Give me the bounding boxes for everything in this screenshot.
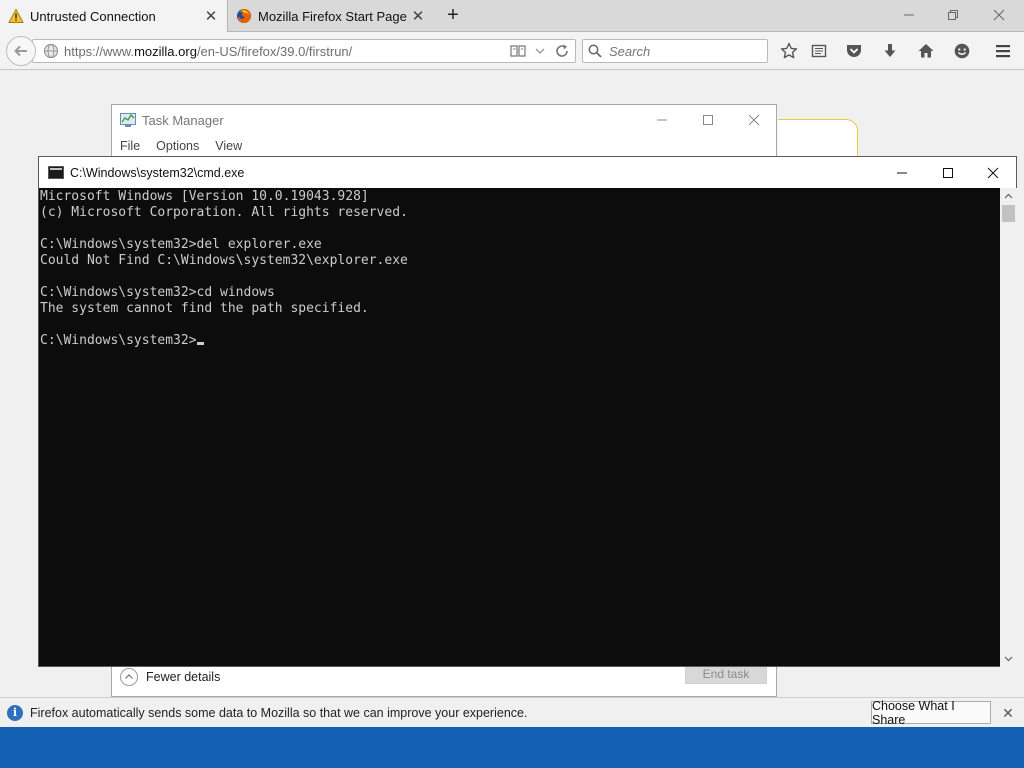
task-manager-title: Task Manager <box>142 112 224 128</box>
task-manager-titlebar[interactable]: Task Manager <box>112 105 776 135</box>
windows-taskbar <box>0 727 1024 768</box>
download-icon[interactable] <box>878 39 902 63</box>
tab-strip: Untrusted Connection ✕ Mozilla Firefox S… <box>0 0 1024 32</box>
console-line: C:\Windows\system32>del explorer.exe <box>40 237 322 252</box>
reload-icon[interactable] <box>553 42 571 60</box>
bookmark-star-icon[interactable] <box>777 39 801 63</box>
tab-label: Untrusted Connection <box>30 8 156 24</box>
console-prompt: C:\Windows\system32> <box>40 333 197 348</box>
fewer-details-button[interactable]: Fewer details <box>120 668 220 686</box>
cmd-minimize-button[interactable] <box>879 157 925 188</box>
search-input[interactable] <box>609 43 759 59</box>
globe-icon <box>43 43 59 59</box>
console-line: C:\Windows\system32>cd windows <box>40 285 275 300</box>
minimize-window-button[interactable] <box>886 0 932 30</box>
tm-close-button[interactable] <box>731 105 777 135</box>
scrollbar-thumb[interactable] <box>1002 205 1015 222</box>
warning-icon <box>8 8 24 24</box>
reader-view-icon[interactable] <box>509 42 527 60</box>
chevron-down-icon[interactable] <box>531 42 549 60</box>
cmd-title: C:\Windows\system32\cmd.exe <box>70 165 245 180</box>
scroll-down-icon[interactable] <box>1000 650 1017 667</box>
url-prefix: https://www. <box>64 43 135 59</box>
cmd-maximize-button[interactable] <box>925 157 971 188</box>
console-output[interactable]: Microsoft Windows [Version 10.0.19043.92… <box>39 188 1000 666</box>
fewer-details-label: Fewer details <box>146 670 221 684</box>
vertical-scrollbar[interactable] <box>1000 188 1017 667</box>
restore-window-button[interactable] <box>930 0 976 30</box>
notification-bar: i Firefox automatically sends some data … <box>0 697 1024 727</box>
scroll-up-icon[interactable] <box>1000 188 1017 205</box>
cmd-titlebar[interactable]: C:\Windows\system32\cmd.exe <box>39 157 1016 188</box>
search-bar[interactable] <box>582 39 768 63</box>
console-line: (c) Microsoft Corporation. All rights re… <box>40 205 408 220</box>
menu-view[interactable]: View <box>215 139 242 153</box>
info-icon: i <box>7 704 23 721</box>
cmd-icon <box>48 166 64 179</box>
hello-icon[interactable] <box>950 39 974 63</box>
close-tab-icon[interactable]: ✕ <box>410 8 426 25</box>
close-window-button[interactable] <box>976 0 1022 30</box>
home-icon[interactable] <box>914 39 938 63</box>
choose-what-i-share-button[interactable]: Choose What I Share <box>871 699 991 727</box>
reading-list-icon[interactable] <box>807 39 831 63</box>
nav-bar: https://www.mozilla.org/en-US/firefox/39… <box>0 32 1024 70</box>
close-icon[interactable]: ✕ <box>999 704 1017 722</box>
new-tab-button[interactable]: + <box>442 4 464 26</box>
firefox-icon <box>236 8 252 24</box>
tab-untrusted-connection[interactable]: Untrusted Connection ✕ <box>0 0 228 32</box>
cmd-close-button[interactable] <box>970 157 1016 188</box>
console-line: The system cannot find the path specifie… <box>40 301 369 316</box>
text-cursor <box>196 342 204 345</box>
close-tab-icon[interactable]: ✕ <box>203 8 219 25</box>
tm-maximize-button[interactable] <box>685 105 731 135</box>
tm-minimize-button[interactable] <box>639 105 685 135</box>
console-prompt-line[interactable]: C:\Windows\system32> <box>40 333 1000 349</box>
task-manager-icon <box>120 112 136 128</box>
chevron-up-icon <box>120 668 138 686</box>
search-icon <box>588 43 604 59</box>
menu-icon[interactable] <box>991 39 1015 63</box>
console-lines: Microsoft Windows [Version 10.0.19043.92… <box>40 189 1000 333</box>
cmd-window[interactable]: C:\Windows\system32\cmd.exe Microsoft Wi… <box>38 156 1017 667</box>
pocket-icon[interactable] <box>842 39 866 63</box>
menu-options[interactable]: Options <box>156 139 199 153</box>
back-button[interactable] <box>6 36 36 66</box>
url-bar[interactable]: https://www.mozilla.org/en-US/firefox/39… <box>32 39 576 63</box>
menu-file[interactable]: File <box>120 139 140 153</box>
tab-label: Mozilla Firefox Start Page <box>258 8 407 24</box>
page-card-edge <box>778 119 858 159</box>
url-domain: mozilla.org <box>134 43 197 59</box>
notification-text: Firefox automatically sends some data to… <box>30 705 528 720</box>
url-text[interactable]: https://www.mozilla.org/en-US/firefox/39… <box>64 44 509 59</box>
url-path: /en-US/firefox/39.0/firstrun/ <box>196 43 353 59</box>
tab-firefox-start-page[interactable]: Mozilla Firefox Start Page ✕ <box>228 0 434 32</box>
end-task-button[interactable]: End task <box>685 664 767 684</box>
console-line: Could Not Find C:\Windows\system32\explo… <box>40 253 408 268</box>
console-line: Microsoft Windows [Version 10.0.19043.92… <box>40 189 369 204</box>
task-manager-menubar: File Options View <box>112 135 250 157</box>
